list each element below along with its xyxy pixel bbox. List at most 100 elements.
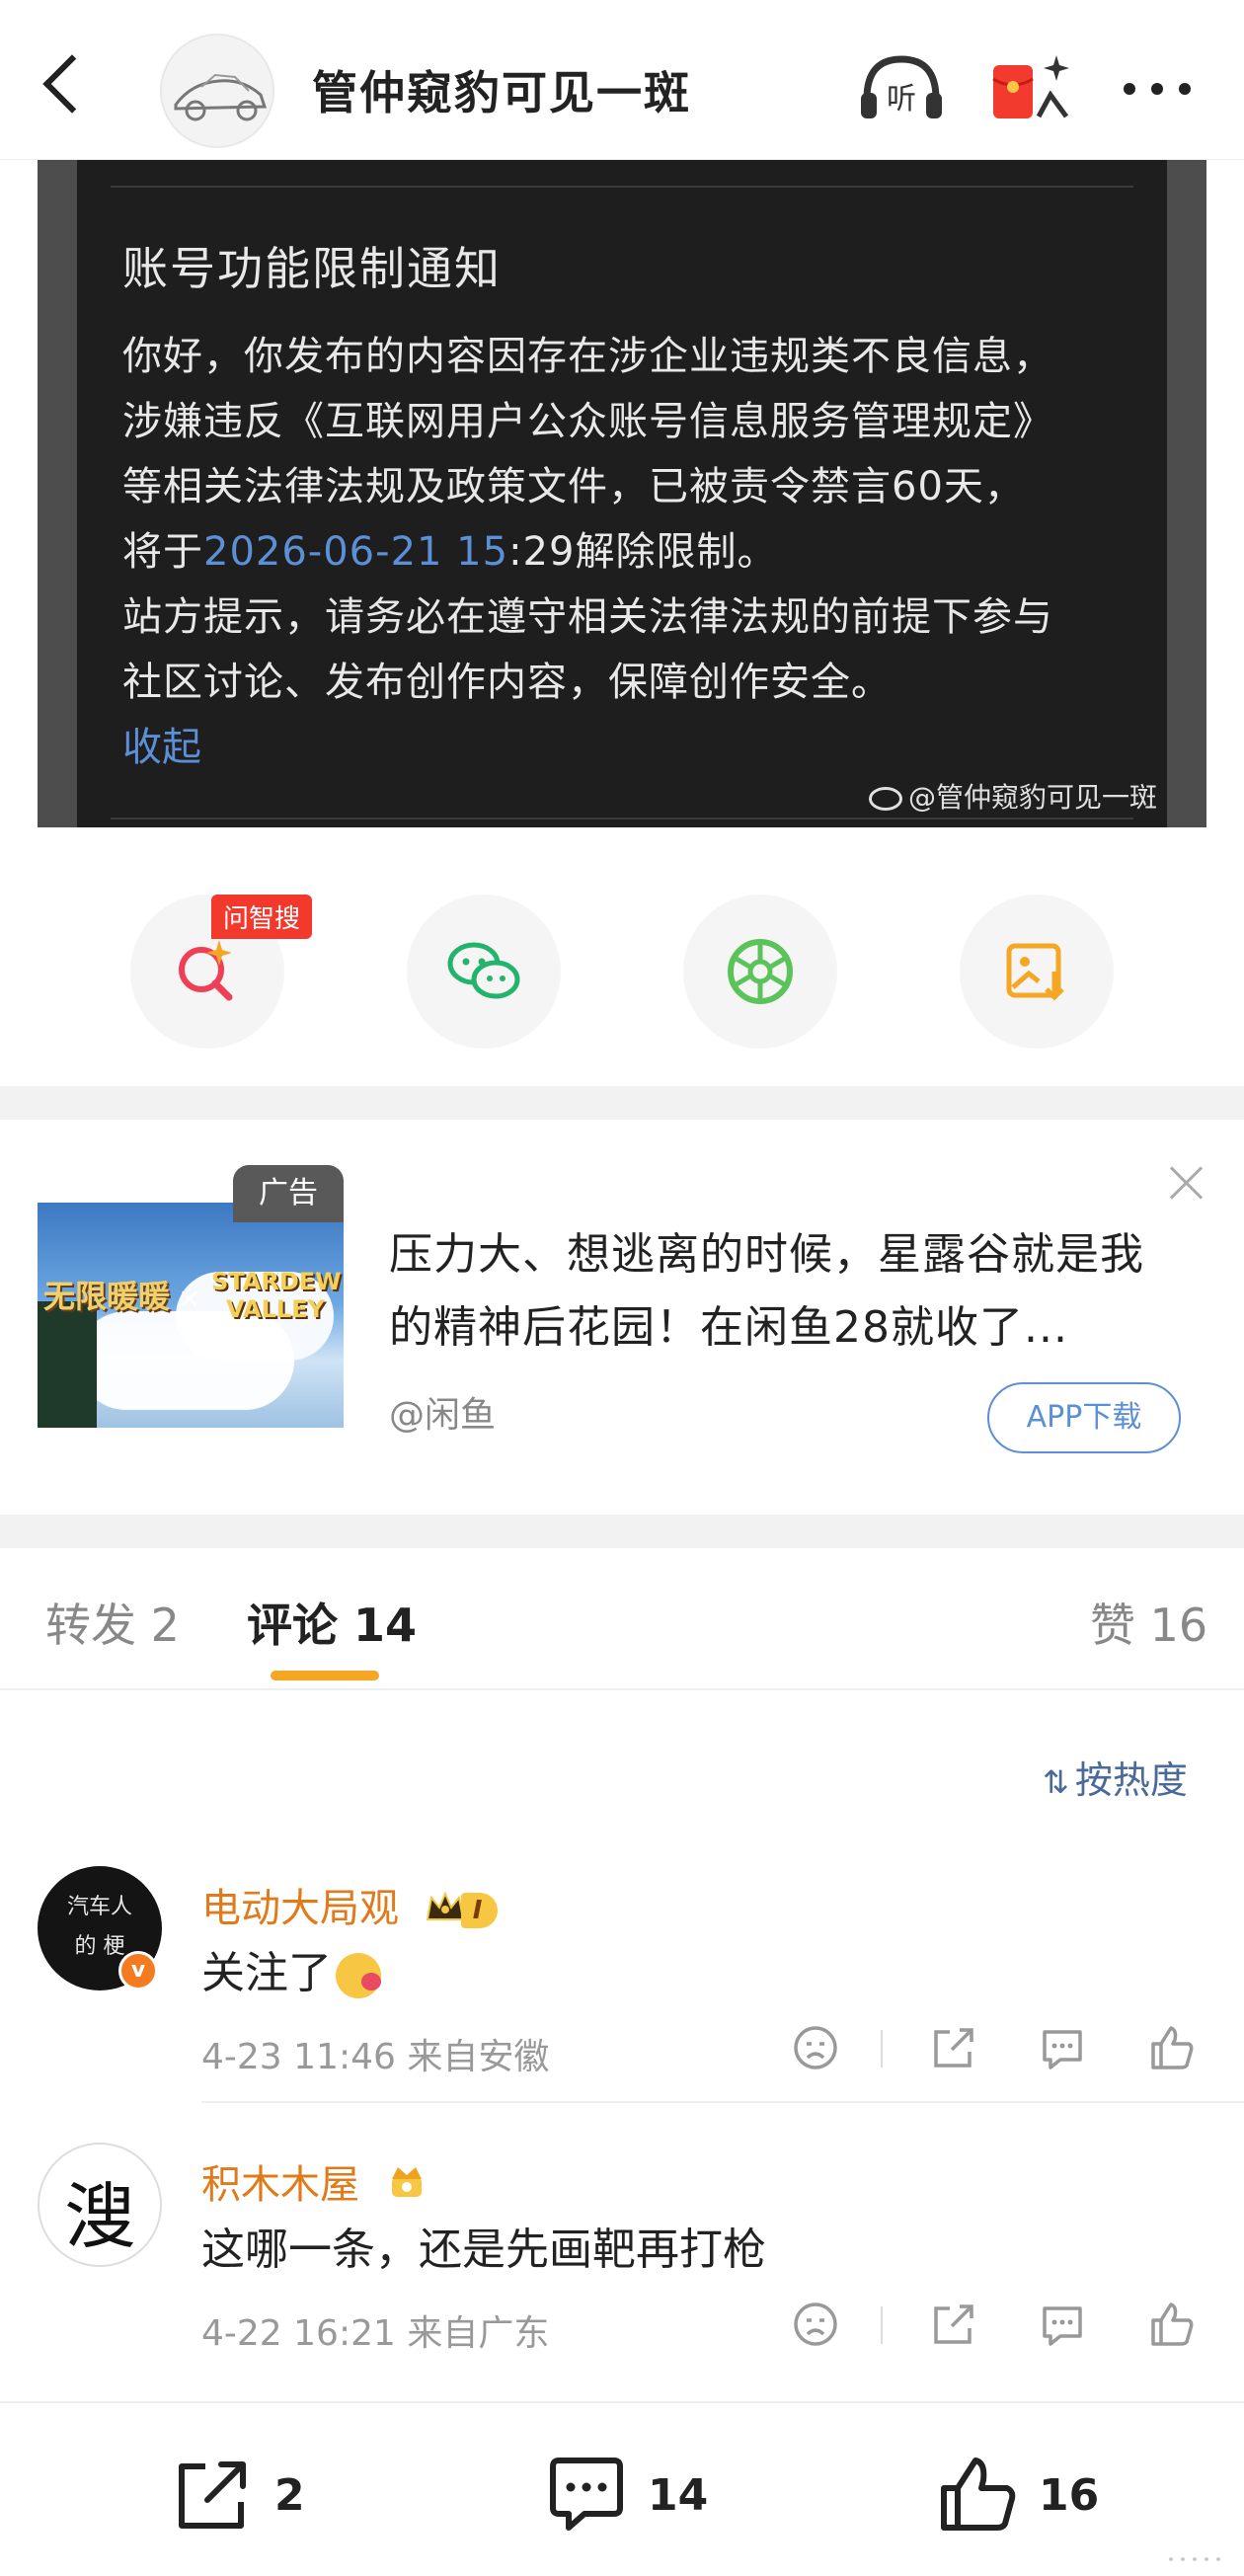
section-separator	[0, 1086, 1244, 1120]
comment-author[interactable]: 电动大局观 I	[201, 1876, 499, 1933]
comment-meta: 4-23 11:46 来自安徽	[201, 2028, 549, 2079]
notice-date: 2026-06-21 15	[203, 529, 509, 575]
listen-button[interactable]: 听	[857, 47, 946, 126]
comment-count: 14	[648, 2470, 709, 2521]
comment-actions	[790, 2022, 1205, 2077]
thumbs-up-icon	[941, 2458, 1016, 2531]
notice-line: 站方提示，请务必在遵守相关法律法规的前提下参与	[122, 594, 1053, 640]
notice-title: 账号功能限制通知	[122, 242, 502, 295]
dislike-button[interactable]	[790, 2299, 841, 2350]
bottom-action-bar: 2 14 16	[0, 2401, 1244, 2576]
game-logo-left: 无限暖暖	[43, 1278, 171, 1315]
page-title: 管仲窥豹可见一斑	[312, 66, 691, 119]
dislike-button[interactable]	[790, 2022, 841, 2073]
kiss-emoji-icon	[336, 1953, 381, 1998]
notice-text: 将于	[122, 529, 203, 575]
image-watermark: @管仲窥豹可见一斑	[868, 776, 1157, 816]
moments-share-button[interactable]	[683, 895, 837, 1049]
dot-icon	[1124, 83, 1135, 95]
ad-card[interactable]: 无限暖暖 × STARDEW VALLEY 广告 压力大、想逃离的时候，星露谷就…	[0, 1120, 1244, 1548]
tree-shape	[38, 1301, 97, 1428]
divider	[111, 818, 1133, 820]
sad-face-icon	[794, 2303, 837, 2346]
like-button[interactable]: 16	[936, 2453, 1133, 2541]
ad-image[interactable]: 无限暖暖 × STARDEW VALLEY	[38, 1203, 344, 1428]
comment-item: 汽车人的 梗 v 电动大局观 I 关注了 4-23 11:46 来自安徽	[0, 1856, 1244, 2103]
active-tab-indicator	[271, 1671, 379, 1680]
author-name: 积木木屋	[201, 2162, 359, 2208]
comment-text: 关注了	[201, 1937, 381, 2000]
sort-icon: ⇅	[1043, 1763, 1069, 1801]
level-badge: I	[460, 1893, 499, 1928]
comment-author[interactable]: 积木木屋	[201, 2152, 428, 2211]
notice-line: 社区讨论、发布创作内容，保障创作安全。	[122, 660, 892, 705]
author-name: 电动大局观	[201, 1886, 399, 1931]
comment-time: 4-22 16:21	[201, 2313, 396, 2354]
dot-icon	[1151, 83, 1163, 95]
thumbs-up-icon	[1151, 2303, 1194, 2346]
crown-icon	[426, 1888, 465, 1933]
moments-icon	[728, 939, 793, 1004]
red-packet-icon	[992, 55, 1069, 118]
comment-item: 溲 积木木屋 这哪一条，还是先画靶再打枪 4-22 16:21 来自广东	[0, 2133, 1244, 2380]
like-count: 16	[1039, 2470, 1100, 2521]
comment-button[interactable]: 14	[545, 2453, 742, 2541]
sort-label: 按热度	[1074, 1758, 1188, 1802]
dot-icon	[1179, 83, 1191, 95]
reply-button[interactable]	[1037, 2022, 1088, 2073]
home-indicator-icon	[1169, 2557, 1220, 2561]
repost-button[interactable]: 2	[172, 2453, 330, 2541]
watermark-text: @管仲窥豹可见一斑	[907, 781, 1157, 814]
share-icon	[934, 2304, 973, 2344]
sort-by-hot-button[interactable]: ⇅ 按热度	[1043, 1750, 1188, 1804]
divider	[881, 2306, 883, 2344]
divider	[201, 2101, 1244, 2103]
tab-reposts[interactable]: 转发 2	[45, 1590, 180, 1655]
tab-likes[interactable]: 赞 16	[1090, 1590, 1207, 1655]
interaction-tabs: 转发 2 评论 14 赞 16	[0, 1548, 1244, 1690]
comment-actions	[790, 2299, 1205, 2354]
author-avatar[interactable]	[160, 34, 274, 148]
red-packet-button[interactable]	[987, 47, 1076, 126]
share-comment-button[interactable]	[928, 2022, 979, 2073]
wechat-share-button[interactable]	[407, 895, 561, 1049]
wechat-icon	[447, 942, 520, 999]
ad-label: 广告	[233, 1165, 344, 1222]
save-image-button[interactable]	[960, 895, 1114, 1049]
avatar[interactable]: 溲	[38, 2143, 162, 2267]
share-actions	[0, 895, 1244, 1049]
notice-line: 你好，你发布的内容因存在涉企业违规类不良信息，	[122, 334, 1053, 379]
crown-badge-icon	[386, 2163, 428, 2211]
top-nav-bar: 管仲窥豹可见一斑 听	[0, 0, 1244, 160]
ad-source[interactable]: @闲鱼	[389, 1386, 496, 1438]
repost-count: 2	[274, 2470, 305, 2521]
like-comment-button[interactable]	[1145, 2299, 1197, 2350]
comment-body: 关注了	[201, 1948, 332, 1998]
ad-text[interactable]: 压力大、想逃离的时候，星露谷就是我的精神后花园！在闲鱼28就收了...	[389, 1218, 1179, 1365]
save-image-icon	[1006, 943, 1064, 1001]
comment-icon	[1043, 2306, 1082, 2346]
divider	[111, 186, 1133, 188]
app-download-button[interactable]: APP下载	[987, 1382, 1181, 1453]
notice-line: 等相关法律法规及政策文件，已被责令禁言60天，	[122, 464, 1025, 509]
more-menu-button[interactable]	[1114, 59, 1203, 115]
divider	[881, 2030, 883, 2068]
post-image[interactable]: 账号功能限制通知 你好，你发布的内容因存在涉企业违规类不良信息， 涉嫌违反《互联…	[38, 160, 1206, 827]
like-comment-button[interactable]	[1145, 2022, 1197, 2073]
reply-button[interactable]	[1037, 2299, 1088, 2350]
back-button[interactable]	[38, 47, 97, 126]
collapse-link[interactable]: 收起	[122, 715, 201, 772]
share-comment-button[interactable]	[928, 2299, 979, 2350]
tab-comments[interactable]: 评论 14	[247, 1590, 417, 1655]
verified-badge: v	[118, 1951, 158, 1991]
notice-line: 涉嫌违反《互联网用户公众账号信息服务管理规定》	[122, 399, 1053, 444]
smart-search-icon	[179, 940, 233, 1001]
comment-icon	[1043, 2030, 1082, 2069]
sad-face-icon	[794, 2026, 837, 2069]
comment-icon	[550, 2458, 623, 2531]
notice-text: :29解除限制。	[508, 529, 778, 575]
close-icon[interactable]	[1165, 1161, 1208, 1205]
notice-body: 你好，你发布的内容因存在涉企业违规类不良信息， 涉嫌违反《互联网用户公众账号信息…	[122, 324, 1149, 715]
comment-time: 4-23 11:46	[201, 2037, 396, 2077]
notice-line: 将于2026-06-21 15:29解除限制。	[122, 519, 1149, 585]
